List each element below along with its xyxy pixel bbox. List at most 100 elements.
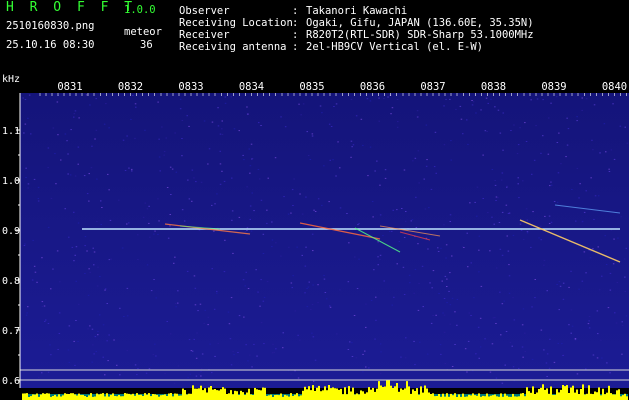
noise-dot (443, 314, 446, 316)
noise-dot (214, 203, 216, 205)
level-bar (336, 388, 338, 400)
noise-dot (311, 332, 313, 334)
noise-dot (432, 270, 435, 272)
level-bar (52, 396, 54, 400)
noise-dot (351, 146, 353, 148)
level-bar (30, 396, 32, 400)
level-bar (558, 392, 560, 400)
noise-dot (113, 339, 115, 341)
level-bar (406, 381, 408, 400)
noise-dot (77, 222, 80, 224)
noise-dot (44, 320, 46, 322)
noise-dot (495, 196, 498, 198)
noise-dot (126, 350, 128, 352)
level-bar (126, 393, 128, 400)
x-tick-label: 0832 (118, 81, 143, 93)
level-bar (356, 393, 358, 400)
noise-dot (135, 106, 137, 108)
noise-dot (246, 106, 248, 108)
noise-dot (305, 196, 307, 198)
noise-dot (94, 336, 97, 338)
level-bar (520, 393, 522, 400)
noise-dot (329, 159, 331, 161)
y-tick-label: 1.1 (2, 126, 20, 137)
noise-dot (502, 149, 504, 151)
noise-dot (596, 357, 599, 359)
noise-dot (272, 343, 274, 345)
y-axis-ticks: 1.1 1.0 0.9 0.8 0.7 0.6 (2, 126, 20, 387)
level-bar (230, 390, 232, 400)
noise-dot (550, 184, 553, 186)
noise-dot (27, 306, 29, 308)
noise-dot (175, 171, 178, 173)
x-tick-label: 0837 (420, 81, 445, 93)
noise-dot (249, 165, 252, 167)
level-bar (276, 394, 278, 400)
noise-dot (367, 175, 369, 177)
x-tick-label: 0839 (541, 81, 566, 93)
noise-dot (437, 247, 439, 249)
level-bar (540, 387, 542, 400)
noise-dot (93, 353, 95, 355)
noise-dot (379, 184, 381, 186)
noise-dot (227, 311, 230, 313)
level-bar (84, 396, 86, 400)
level-bar (266, 395, 268, 400)
noise-dot (535, 125, 537, 127)
noise-dot (248, 148, 250, 150)
noise-dot (164, 373, 166, 374)
noise-dot (476, 215, 478, 217)
noise-dot (260, 199, 263, 201)
noise-dot (383, 280, 385, 282)
noise-dot (494, 317, 496, 319)
noise-dot (231, 219, 233, 221)
noise-dot (621, 353, 623, 355)
noise-dot (609, 289, 612, 291)
level-bar (268, 395, 270, 400)
noise-dot (92, 344, 94, 346)
noise-dot (473, 297, 475, 299)
level-bar (446, 393, 448, 400)
noise-dot (27, 187, 29, 189)
noise-dot (247, 288, 250, 289)
noise-dot (562, 355, 564, 356)
noise-dot (73, 116, 75, 118)
noise-dot (211, 121, 214, 123)
noise-dot (484, 130, 487, 132)
noise-dot (612, 263, 615, 265)
noise-dot (566, 144, 569, 146)
noise-dot (167, 237, 170, 239)
noise-dot (571, 189, 573, 190)
level-bar (218, 390, 220, 400)
noise-dot (474, 201, 476, 203)
noise-dot (369, 100, 372, 102)
noise-dot (531, 306, 533, 308)
noise-dot (267, 177, 269, 179)
noise-dot (74, 175, 77, 177)
noise-dot (132, 94, 134, 96)
noise-dot (211, 204, 213, 206)
noise-dot (291, 189, 294, 191)
noise-dot (475, 353, 477, 355)
level-bar (312, 385, 314, 400)
noise-dot (489, 250, 491, 252)
level-bar (466, 396, 468, 400)
level-bar (432, 393, 434, 400)
level-bar (242, 392, 244, 400)
noise-dot (546, 353, 549, 355)
noise-dot (592, 149, 594, 151)
noise-dot (365, 326, 367, 328)
noise-dot (230, 364, 233, 366)
noise-dot (150, 290, 153, 292)
noise-dot (402, 266, 405, 268)
noise-dot (466, 371, 468, 373)
noise-dot (193, 338, 195, 340)
noise-dot (376, 160, 378, 162)
noise-dot (478, 271, 480, 273)
noise-dot (387, 96, 389, 98)
level-bar (328, 385, 330, 400)
noise-dot (620, 216, 622, 218)
noise-dot (379, 258, 381, 260)
noise-dot (520, 229, 523, 231)
noise-dot (423, 178, 425, 180)
